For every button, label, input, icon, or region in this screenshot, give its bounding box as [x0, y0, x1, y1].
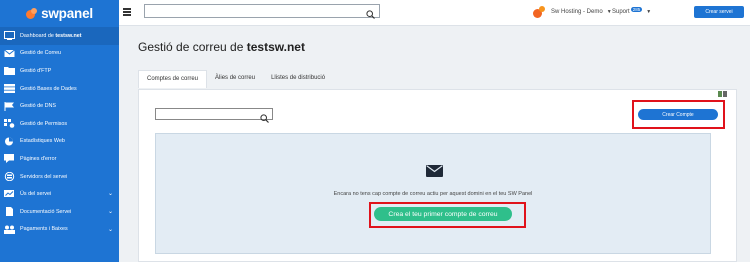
empty-state-message: Encara no tens cap compte de correu acti…	[333, 191, 533, 197]
sidebar-item-mail[interactable]: Gestió de Correu	[0, 45, 119, 63]
pie-chart-icon	[4, 137, 15, 146]
permissions-icon	[4, 119, 15, 129]
support-label: Suport	[612, 9, 630, 15]
empty-state: Encara no tens cap compte de correu acti…	[155, 133, 711, 254]
sidebar-item-dashboard[interactable]: Dashboard de testsw.net	[0, 27, 119, 45]
server-icon	[4, 172, 15, 182]
account-selector[interactable]: Sw Hosting - Demo ▼	[533, 6, 612, 18]
dashboard-icon	[4, 31, 15, 41]
logo-icon	[26, 8, 38, 19]
sidebar-item-statistics[interactable]: Estadístiques Web	[0, 133, 119, 151]
sidebar-item-label: Gestió de Correu	[20, 50, 62, 57]
brand-logo[interactable]: swpanel	[0, 0, 119, 27]
search-icon[interactable]	[260, 110, 269, 128]
sidebar-item-label: Gestió de Permisos	[20, 120, 68, 127]
sidebar-item-label: Gestió Bases de Dades	[20, 85, 77, 92]
support-badge: 285	[630, 6, 643, 12]
sidebar-item-payments[interactable]: Pagaments i Baixes ⌄	[0, 221, 119, 239]
sidebar-item-label: Pàgines d'error	[20, 155, 57, 162]
sidebar-item-label: Pagaments i Baixes	[20, 226, 68, 233]
chevron-down-icon: ⌄	[107, 191, 113, 198]
chevron-down-icon: ⌄	[107, 208, 113, 215]
document-icon	[4, 207, 15, 217]
sidebar-item-ftp[interactable]: Gestió d'FTP	[0, 62, 119, 80]
sidebar-item-usage[interactable]: Ús del servei ⌄	[0, 185, 119, 203]
sidebar-item-label: Gestió de DNS	[20, 103, 56, 110]
sidebar-item-label: Estadístiques Web	[20, 138, 65, 145]
caret-down-icon: ▼	[606, 9, 612, 15]
sidebar-item-label: Gestió d'FTP	[20, 67, 52, 74]
global-search-input[interactable]	[144, 4, 380, 19]
tab-mail-aliases[interactable]: Àlies de correu	[207, 70, 263, 88]
page-title: Gestió de correu de testsw.net	[138, 40, 305, 54]
chevron-down-icon: ⌄	[107, 226, 113, 233]
brand-name: swpanel	[41, 6, 93, 21]
search-icon[interactable]	[366, 6, 375, 24]
users-icon	[4, 225, 15, 234]
envelope-icon	[4, 49, 15, 58]
accounts-search-input[interactable]	[155, 108, 273, 123]
folder-icon	[4, 66, 15, 76]
topbar: Sw Hosting - Demo ▼ Suport 285 ▼ Crear s…	[119, 0, 750, 26]
support-menu[interactable]: Suport 285 ▼	[612, 6, 652, 15]
sidebar-item-label: Servidors del servei	[20, 173, 68, 180]
create-service-button[interactable]: Crear servei	[694, 6, 744, 18]
excel-export-icon[interactable]	[718, 91, 722, 97]
sidebar-item-label: Documentació Servei	[20, 208, 72, 215]
database-icon	[4, 84, 15, 94]
sidebar-item-error-pages[interactable]: Pàgines d'error	[0, 150, 119, 168]
sidebar: swpanel Dashboard de testsw.net Gestió d…	[0, 0, 119, 262]
sidebar-item-servers[interactable]: Servidors del servei	[0, 168, 119, 186]
create-first-account-button[interactable]: Crea el teu primer compte de correu	[374, 207, 512, 221]
mail-accounts-panel: Crear Compte Encara no tens cap compte d…	[138, 89, 737, 262]
sidebar-item-label: Ús del servei	[20, 191, 52, 198]
sidebar-item-label: Dashboard de	[20, 32, 56, 39]
hamburger-menu-icon[interactable]	[123, 8, 131, 16]
tab-bar: Comptes de correu Àlies de correu Lliste…	[138, 70, 333, 88]
sw-hosting-logo-icon	[533, 6, 546, 18]
chat-icon	[4, 154, 15, 164]
file-export-icon[interactable]	[723, 91, 727, 97]
usage-icon	[4, 189, 15, 199]
tab-mail-accounts[interactable]: Comptes de correu	[138, 70, 208, 88]
sidebar-item-dns[interactable]: Gestió de DNS	[0, 97, 119, 115]
export-icons[interactable]	[718, 91, 727, 97]
sidebar-item-domain: testsw.net	[55, 32, 82, 39]
envelope-icon	[426, 164, 443, 177]
sidebar-item-permissions[interactable]: Gestió de Permisos	[0, 115, 119, 133]
sidebar-item-databases[interactable]: Gestió Bases de Dades	[0, 80, 119, 98]
page-title-domain: testsw.net	[246, 40, 305, 54]
page-title-prefix: Gestió de correu de	[138, 40, 247, 54]
flag-icon	[4, 101, 15, 111]
account-label: Sw Hosting - Demo	[551, 9, 603, 15]
caret-down-icon: ▼	[646, 9, 652, 15]
sidebar-item-documentation[interactable]: Documentació Servei ⌄	[0, 203, 119, 221]
create-account-button[interactable]: Crear Compte	[638, 109, 718, 120]
tab-distribution-lists[interactable]: Llistes de distribució	[263, 70, 333, 88]
